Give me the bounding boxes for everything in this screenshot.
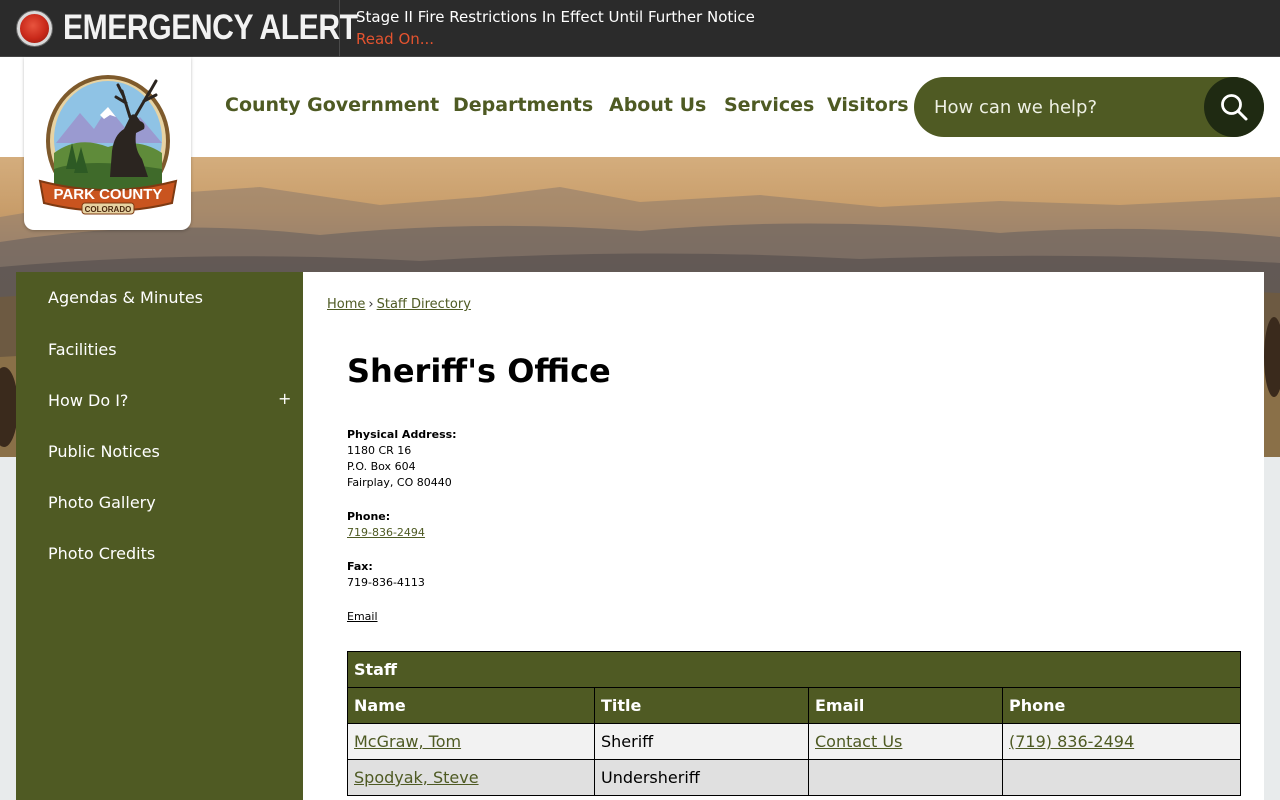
nav-about-us[interactable]: About Us (609, 94, 706, 116)
logo-text: PARK COUNTY (54, 186, 163, 203)
staff-title-cell: Sheriff (594, 723, 809, 760)
alert-light-icon (17, 11, 52, 46)
staff-phone-cell (1002, 759, 1241, 796)
phone-label: Phone: (347, 510, 391, 523)
email-block: Email (347, 609, 378, 625)
staff-name-link[interactable]: McGraw, Tom (354, 732, 461, 751)
nav-services[interactable]: Services (724, 94, 814, 116)
fax-block: Fax: 719-836-4113 (347, 559, 425, 591)
staff-phone-cell: (719) 836-2494 (1002, 723, 1241, 760)
search-bar (914, 77, 1264, 137)
staff-email-cell: Contact Us (808, 723, 1003, 760)
alert-read-on-link[interactable]: Read On... (356, 30, 434, 48)
sidebar-item-public-notices[interactable]: Public Notices (48, 442, 160, 461)
table-row: Spodyak, Steve Undersheriff (347, 759, 1241, 796)
staff-name-link[interactable]: Spodyak, Steve (354, 768, 479, 787)
nav-departments[interactable]: Departments (453, 94, 593, 116)
sidebar-item-photo-credits[interactable]: Photo Credits (48, 544, 155, 563)
alert-label-area: EMERGENCY ALERT (0, 0, 358, 57)
sidebar-item-agendas-minutes[interactable]: Agendas & Minutes (48, 288, 203, 307)
physical-address-block: Physical Address: 1180 CR 16 P.O. Box 60… (347, 427, 457, 491)
search-button[interactable] (1204, 77, 1264, 137)
nav-visitors[interactable]: Visitors (827, 94, 909, 116)
alert-message[interactable]: Stage II Fire Restrictions In Effect Unt… (356, 8, 755, 26)
email-link[interactable]: Email (347, 610, 378, 623)
fax-number: 719-836-4113 (347, 576, 425, 589)
fax-label: Fax: (347, 560, 373, 573)
sidebar-item-facilities[interactable]: Facilities (48, 340, 117, 359)
phone-link[interactable]: 719-836-2494 (347, 526, 425, 539)
table-row: McGraw, Tom Sheriff Contact Us (719) 836… (347, 723, 1241, 760)
address-label: Physical Address: (347, 428, 457, 441)
sidebar-item-photo-gallery[interactable]: Photo Gallery (48, 493, 156, 512)
column-header-name: Name (347, 687, 595, 724)
staff-phone-link[interactable]: (719) 836-2494 (1009, 732, 1134, 751)
staff-caption: Staff (347, 651, 1241, 688)
staff-name-cell: Spodyak, Steve (347, 759, 595, 796)
column-header-email: Email (808, 687, 1003, 724)
emergency-alert-bar: EMERGENCY ALERT Stage II Fire Restrictio… (0, 0, 1280, 57)
staff-caption-row: Staff (347, 651, 1241, 688)
expand-plus-icon[interactable]: + (278, 389, 291, 408)
main-content: Home › Staff Directory Sheriff's Office Ph… (303, 272, 1264, 800)
breadcrumb-separator: › (368, 297, 374, 312)
staff-title-cell: Undersheriff (594, 759, 809, 796)
sidebar-item-how-do-i[interactable]: How Do I? (48, 391, 128, 410)
breadcrumb-staff-directory-link[interactable]: Staff Directory (377, 297, 471, 312)
staff-name-cell: McGraw, Tom (347, 723, 595, 760)
phone-block: Phone: 719-836-2494 (347, 509, 425, 541)
table-header-row: Name Title Email Phone (347, 687, 1241, 724)
logo-subtext: COLORADO (85, 205, 132, 214)
breadcrumb-home-link[interactable]: Home (327, 297, 365, 312)
column-header-phone: Phone (1002, 687, 1241, 724)
park-county-logo[interactable]: PARK COUNTY COLORADO (24, 57, 191, 230)
address-line-3: Fairplay, CO 80440 (347, 476, 452, 489)
search-icon (1221, 94, 1248, 121)
page-title: Sheriff's Office (347, 352, 611, 390)
column-header-title: Title (594, 687, 809, 724)
staff-table: Staff Name Title Email Phone McGraw, Tom… (347, 651, 1241, 796)
sidebar-nav: Agendas & Minutes Facilities How Do I? +… (16, 272, 303, 800)
address-line-1: 1180 CR 16 (347, 444, 412, 457)
elk-logo-icon: PARK COUNTY COLORADO (38, 75, 178, 215)
search-input[interactable] (934, 91, 1204, 123)
contact-us-link[interactable]: Contact Us (815, 732, 902, 751)
staff-email-cell (808, 759, 1003, 796)
breadcrumb: Home › Staff Directory (327, 297, 471, 312)
nav-county-government[interactable]: County Government (225, 94, 439, 116)
alert-title: EMERGENCY ALERT (63, 8, 358, 47)
address-line-2: P.O. Box 604 (347, 460, 416, 473)
